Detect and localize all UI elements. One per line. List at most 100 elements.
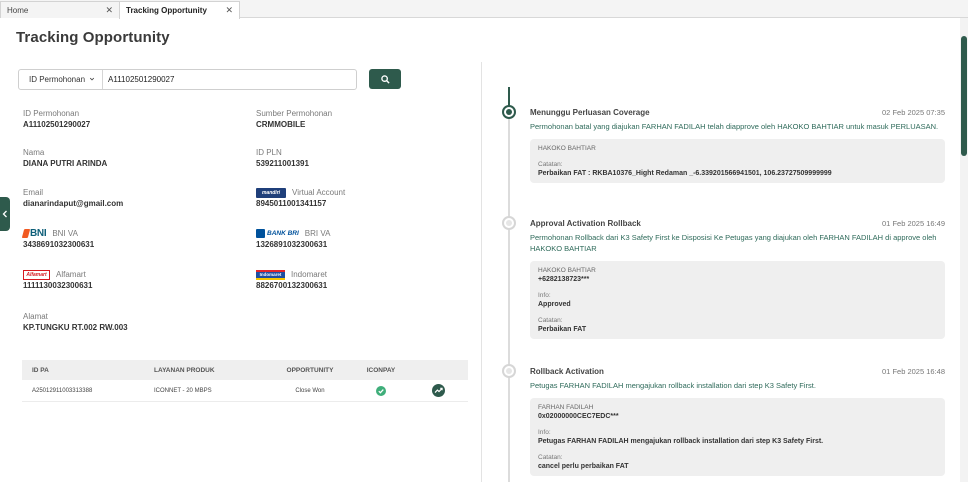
field-sumber-permohonan: Sumber Permohonan CRMMOBILE [256,108,476,129]
event-description: Permohonan Rollback dari K3 Safety First… [530,233,937,253]
field-value: 1111130032300631 [23,281,93,290]
field-bni-va: BNI BNI VA 3438691032300631 [21,228,243,249]
cell-opportunity: Close Won [295,387,325,394]
field-value: 539211001391 [256,159,309,168]
field-bri-va: BANK BRI BRI VA 1326891032300631 [256,228,476,249]
field-label: Virtual Account [292,188,346,197]
table-header: ID PA LAYANAN PRODUK OPPORTUNITY ICONPAY [22,360,468,380]
event-date: 01 Feb 2025 16:48 [882,367,945,376]
timeline-event: Approval Activation Rollback 01 Feb 2025… [530,219,945,339]
panel-divider [481,62,482,482]
field-label: Alamat [23,312,48,321]
chevron-left-icon [2,210,7,218]
alfamart-logo-text: Alfamart [26,271,47,278]
search-input[interactable] [103,70,356,89]
scrollbar[interactable] [960,18,968,482]
field-alamat: Alamat KP.TUNGKU RT.002 RW.003 [23,311,243,332]
scrollbar-thumb[interactable] [961,36,967,156]
field-nama: Nama DIANA PUTRI ARINDA [23,147,243,168]
note-catatan-label: Catatan: [538,317,563,324]
event-note: HAKOKO BAHTIAR Catatan: Perbaikan FAT : … [530,139,945,183]
field-label: ID PLN [256,148,282,157]
field-value: DIANA PUTRI ARINDA [23,159,108,168]
event-description: Permohonan batal yang diajukan FARHAN FA… [530,122,939,131]
col-id-pa: ID PA [32,366,49,374]
bni-logo: BNI [21,228,47,239]
field-label: Alfamart [56,270,86,279]
alfamart-logo: Alfamart [23,269,50,280]
tab-bar: Home ✕ Tracking Opportunity ✕ [0,0,968,19]
bni-logo-text: BNI [30,228,47,239]
event-note: FARHAN FADILAH 0x02000000CEC7EDC*** Info… [530,398,945,476]
field-virtual-account: mandiri Virtual Account 8945011001341157 [256,187,476,208]
tab-tracking-label: Tracking Opportunity [126,6,207,15]
timeline-event: Rollback Activation 01 Feb 2025 16:48 Pe… [530,367,945,476]
field-value: 8826700132300631 [256,281,328,290]
indomaret-logo: Indomaret [256,269,285,280]
cell-layanan: ICONNET - 20 MBPS [154,387,212,394]
side-panel-toggle[interactable] [0,197,10,231]
note-author: HAKOKO BAHTIAR [538,267,596,274]
note-author-value: +6282138723*** [538,276,590,283]
note-catatan: Perbaikan FAT : RKBA10376_Hight Redaman … [538,170,832,177]
field-label: ID Permohonan [23,109,80,118]
field-value: KP.TUNGKU RT.002 RW.003 [23,323,128,332]
field-label: Sumber Permohonan [256,109,333,118]
note-author: HAKOKO BAHTIAR [538,145,596,152]
check-icon [376,385,386,396]
bni-logo-mark [21,229,31,238]
timeline-node [502,216,516,230]
note-author: FARHAN FADILAH [538,404,594,411]
close-icon[interactable]: ✕ [105,5,113,16]
bri-logo-text: BANK BRI [267,230,299,237]
search-bar: ID Permohonan [18,69,357,90]
field-value: 8945011001341157 [256,199,327,208]
field-id-pln: ID PLN 539211001391 [256,147,476,168]
field-label: BRI VA [304,229,331,238]
note-catatan-label: Catatan: [538,161,563,168]
note-info-label: Info: [538,292,551,299]
field-alfamart: Alfamart Alfamart 1111130032300631 [23,269,243,290]
mandiri-logo-text: mandiri [261,189,281,196]
field-label: Email [23,188,44,197]
search-type-value: ID Permohonan [29,75,86,84]
trend-icon[interactable] [431,384,445,397]
note-author-value: 0x02000000CEC7EDC*** [538,413,619,420]
col-iconpay: ICONPAY [366,366,396,374]
timeline-event: Menunggu Perluasan Coverage 02 Feb 2025 … [530,108,945,183]
col-opportunity: OPPORTUNITY [286,366,334,374]
note-info: Petugas FARHAN FADILAH mengajukan rollba… [538,438,824,445]
search-icon [380,74,390,84]
field-label: Nama [23,148,45,157]
field-id-permohonan: ID Permohonan A11102501290027 [23,108,243,129]
mandiri-logo: mandiri [256,187,286,198]
tab-home[interactable]: Home ✕ [0,1,120,18]
field-email: Email dianarindaput@gmail.com [23,187,243,208]
close-icon[interactable]: ✕ [225,5,233,16]
search-button[interactable] [369,69,401,89]
note-info-label: Info: [538,429,551,436]
event-note: HAKOKO BAHTIAR +6282138723*** Info: Appr… [530,261,945,339]
field-label: BNI VA [52,229,78,238]
note-catatan: cancel perlu perbaikan FAT [538,463,629,470]
field-value: 3438691032300631 [23,240,95,249]
event-date: 01 Feb 2025 16:49 [882,219,945,228]
search-type-select[interactable]: ID Permohonan [19,70,103,89]
field-label: Indomaret [291,270,328,279]
chevron-down-icon [89,77,95,81]
field-value: 1326891032300631 [256,240,328,249]
timeline-node [502,364,516,378]
bri-logo: BANK BRI [256,229,299,238]
tab-home-label: Home [7,5,29,15]
bri-logo-mark [256,229,265,238]
note-catatan: Perbaikan FAT [538,326,587,333]
opportunity-table: ID PA LAYANAN PRODUK OPPORTUNITY ICONPAY… [22,360,468,402]
field-value: A11102501290027 [23,120,91,129]
field-indomaret: Indomaret Indomaret 8826700132300631 [256,269,476,290]
page-title: Tracking Opportunity [16,29,170,46]
timeline-node-active [502,105,516,119]
indomaret-logo-text: Indomaret [259,272,282,277]
note-info: Approved [538,301,571,308]
table-row: A25012911003313388 ICONNET - 20 MBPS Clo… [22,380,468,402]
tab-tracking-opportunity[interactable]: Tracking Opportunity ✕ [119,1,240,19]
